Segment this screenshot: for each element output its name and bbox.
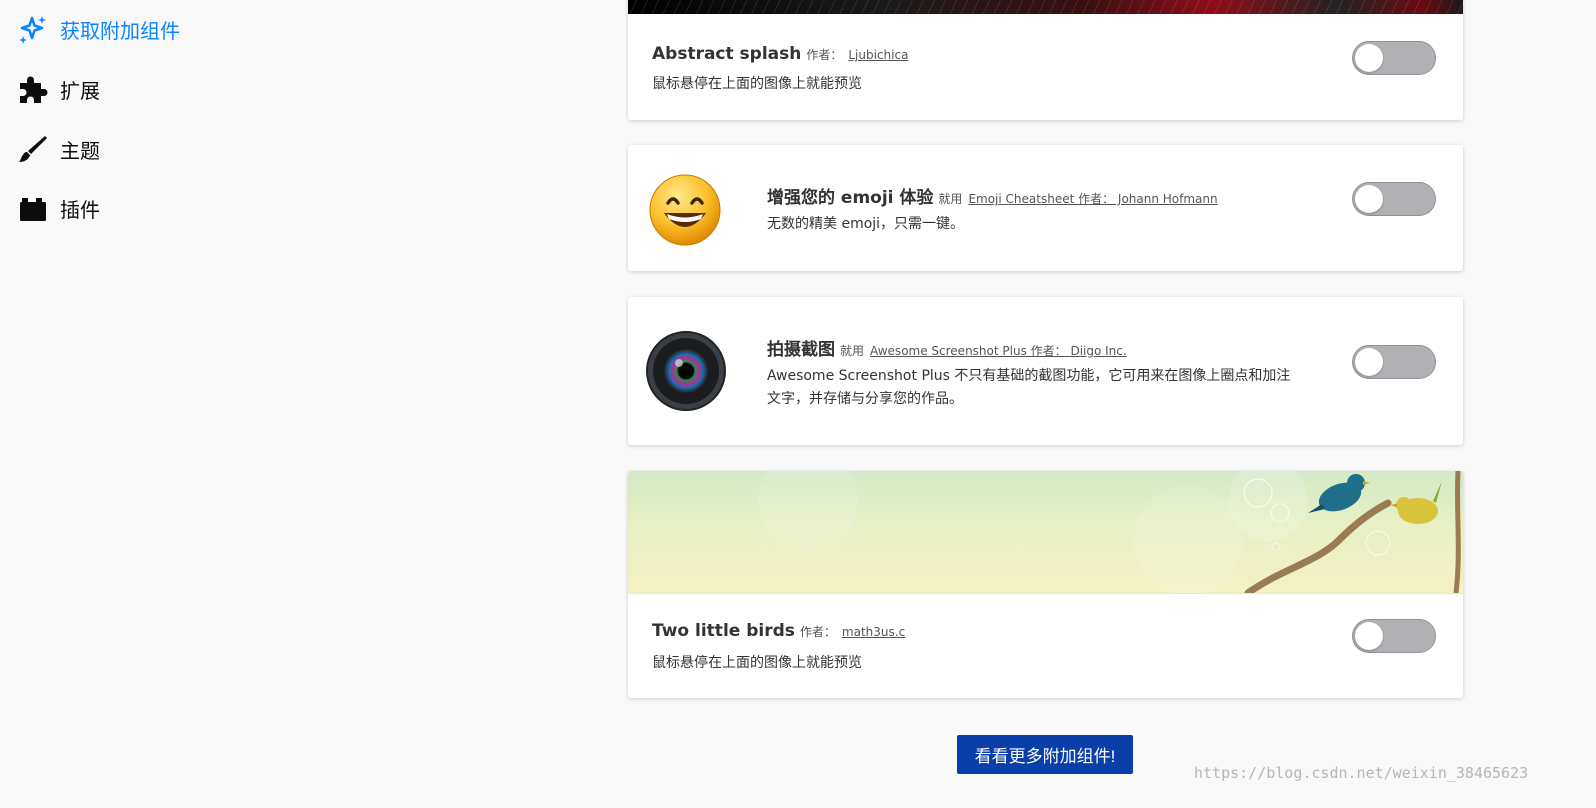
addon-title-line: 拍摄截图 就用 Awesome Screenshot Plus 作者： Diig… (767, 335, 1127, 360)
sidebar-item-label: 主题 (60, 138, 100, 163)
addon-title-line: Two little birds 作者： math3us.c (652, 621, 905, 641)
theme-preview-banner[interactable] (628, 471, 1463, 594)
sidebar-item-label: 扩展 (60, 78, 100, 103)
watermark-text: https://blog.csdn.net/weixin_38465623 (1194, 764, 1529, 782)
addon-description: 鼠标悬停在上面的图像上就能预览 (652, 76, 862, 92)
sidebar-item-extensions[interactable]: 扩展 (18, 69, 100, 109)
sidebar: 获取附加组件 扩展 主题 插件 (0, 0, 280, 808)
addon-name: 增强您的 emoji 体验 (767, 188, 934, 208)
brush-icon (18, 134, 48, 164)
addon-meta: 就用 (938, 192, 963, 206)
install-toggle[interactable] (1352, 619, 1436, 653)
author-link[interactable]: math3us.c (842, 625, 905, 639)
sidebar-item-get-addons[interactable]: 获取附加组件 (18, 9, 180, 49)
see-more-addons-button[interactable]: 看看更多附加组件! (957, 735, 1133, 774)
install-toggle[interactable] (1352, 345, 1436, 379)
addon-link[interactable]: Awesome Screenshot Plus 作者： Diigo Inc. (870, 342, 1127, 359)
addon-name: Two little birds (652, 621, 795, 641)
sidebar-item-plugins[interactable]: 插件 (18, 188, 100, 228)
install-toggle[interactable] (1352, 182, 1436, 216)
theme-preview-banner[interactable] (628, 0, 1463, 14)
camera-lens-icon (645, 330, 727, 412)
toggle-knob (1355, 348, 1383, 376)
addon-description: Awesome Screenshot Plus 不只有基础的截图功能，它可用来在… (767, 365, 1290, 411)
puzzle-icon (18, 74, 48, 104)
author-prefix: 作者： (799, 625, 836, 639)
addon-card-emoji: 增强您的 emoji 体验 就用 Emoji Cheatsheet 作者： Jo… (628, 145, 1463, 271)
author-prefix: 作者： (806, 48, 843, 62)
addon-name: Abstract splash (652, 44, 802, 64)
addon-description: 鼠标悬停在上面的图像上就能预览 (652, 655, 862, 671)
addon-card-screenshot: 拍摄截图 就用 Awesome Screenshot Plus 作者： Diig… (628, 297, 1463, 445)
addon-card-abstract-splash: Abstract splash 作者： Ljubichica 鼠标悬停在上面的图… (628, 0, 1463, 120)
sparkle-icon (18, 14, 48, 44)
toggle-knob (1355, 44, 1383, 72)
addon-name: 拍摄截图 (767, 340, 835, 360)
plugin-block-icon (18, 193, 48, 223)
smiley-emoji-icon (648, 173, 722, 247)
addon-meta: 就用 (840, 344, 865, 358)
addon-description: 无数的精美 emoji，只需一键。 (767, 216, 965, 232)
birds-illustration (758, 471, 1461, 593)
blue-bird-icon (1308, 474, 1370, 513)
addon-card-two-little-birds: Two little birds 作者： math3us.c 鼠标悬停在上面的图… (628, 471, 1463, 698)
install-toggle[interactable] (1352, 41, 1436, 75)
addon-link[interactable]: Emoji Cheatsheet 作者： Johann Hofmann (968, 190, 1217, 207)
yellow-bird-icon (1390, 481, 1442, 524)
sidebar-item-label: 插件 (60, 197, 100, 222)
addon-title-line: Abstract splash 作者： Ljubichica (652, 44, 908, 64)
toggle-knob (1355, 185, 1383, 213)
author-link[interactable]: Ljubichica (848, 48, 908, 62)
sidebar-item-label: 获取附加组件 (60, 18, 180, 43)
description-line: 文字，并存储与分享您的作品。 (767, 391, 963, 407)
toggle-knob (1355, 622, 1383, 650)
addon-title-line: 增强您的 emoji 体验 就用 Emoji Cheatsheet 作者： Jo… (767, 183, 1218, 208)
description-line: Awesome Screenshot Plus 不只有基础的截图功能，它可用来在… (767, 368, 1291, 384)
sidebar-item-themes[interactable]: 主题 (18, 129, 100, 169)
